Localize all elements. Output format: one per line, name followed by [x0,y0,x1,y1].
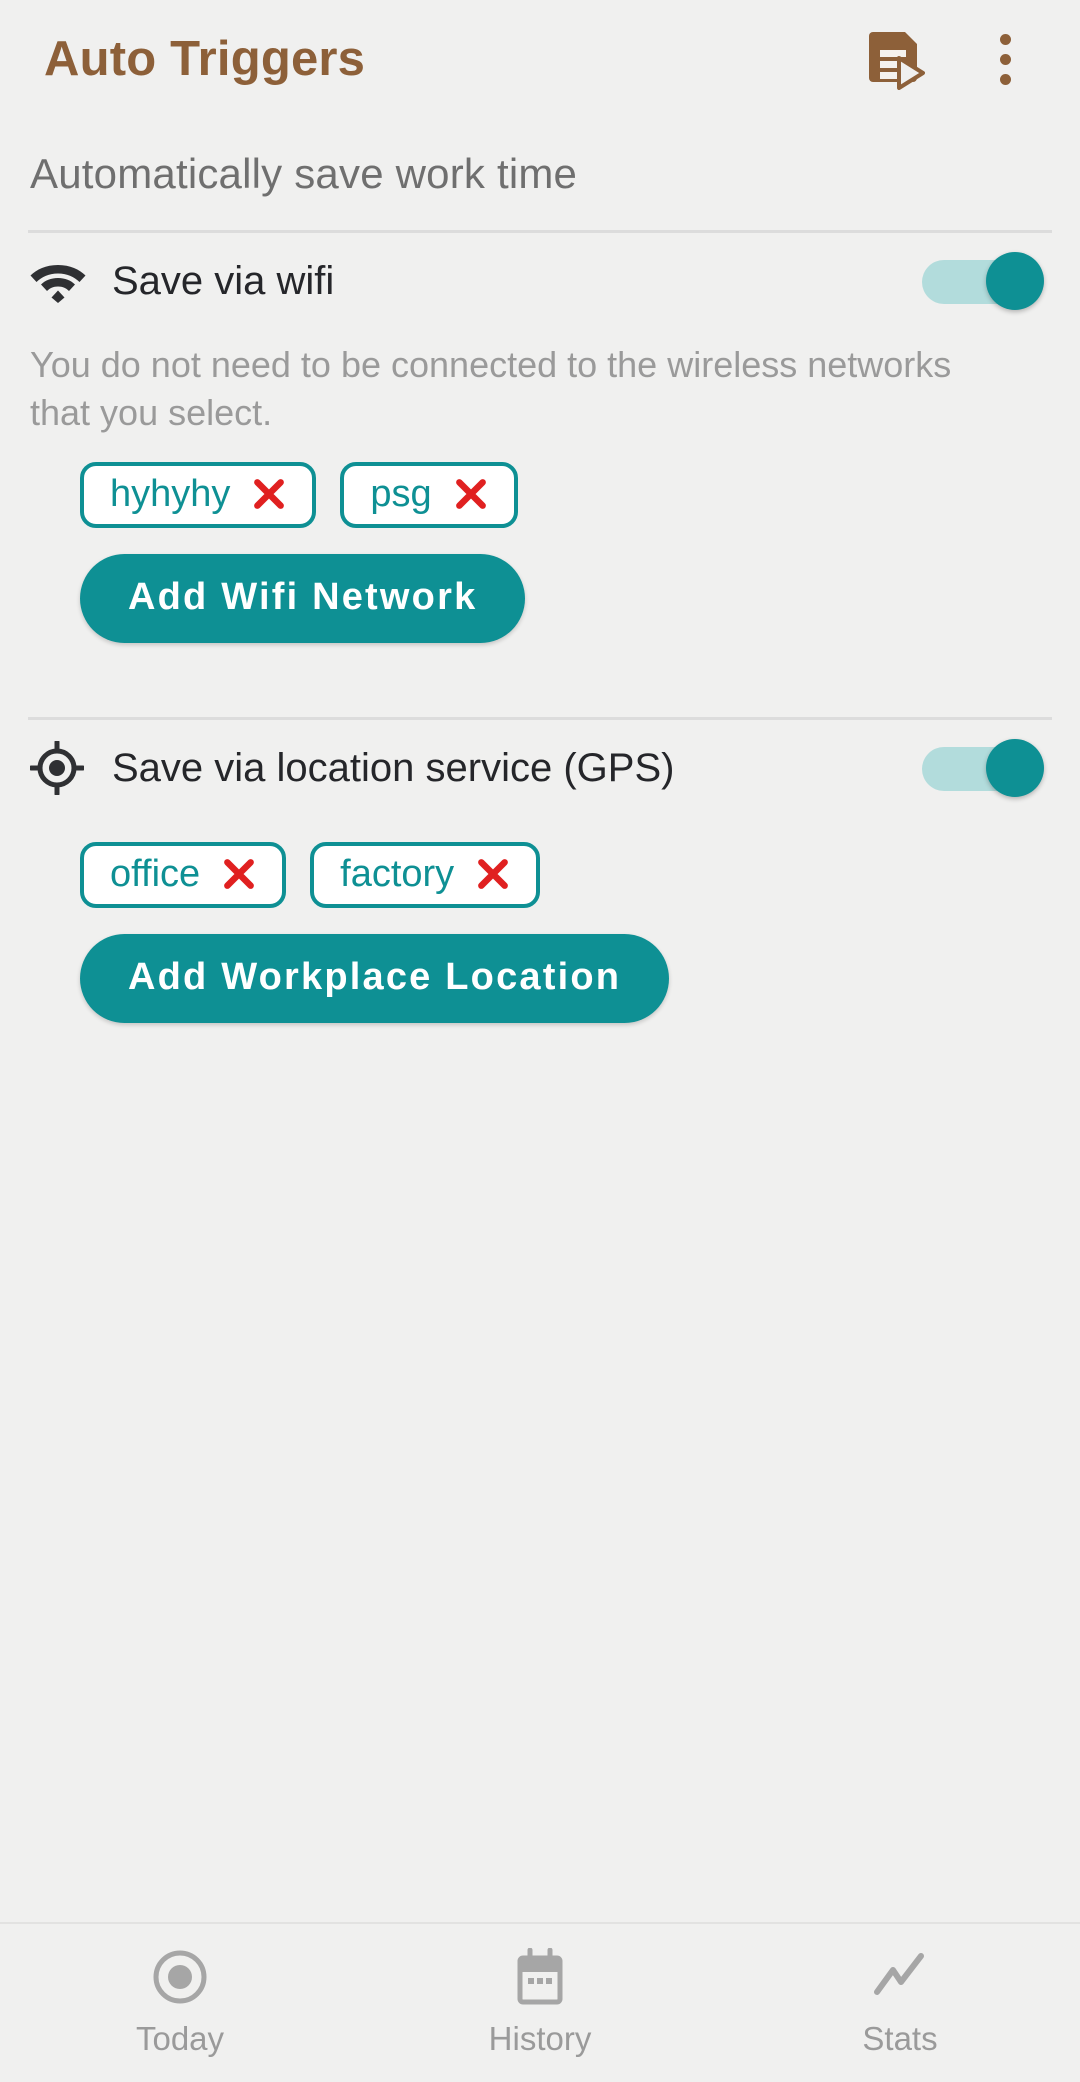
close-icon[interactable] [252,477,286,511]
wifi-label: Save via wifi [112,258,335,303]
record-circle-icon [153,1950,207,2004]
add-wifi-network-button[interactable]: Add Wifi Network [80,554,526,644]
gps-label: Save via location service (GPS) [112,745,675,790]
chip-label: factory [340,853,455,896]
gps-crosshair-icon [30,741,84,796]
add-wifi-network-wrap: Add Wifi Network [0,528,1080,644]
chip-label: office [110,853,201,896]
nav-label-history: History [488,2020,592,2057]
gps-chip-list: office factory [0,816,1080,909]
page-title: Auto Triggers [44,32,366,86]
gps-toggle[interactable] [922,739,1044,798]
nav-label-stats: Stats [862,2020,938,2057]
wifi-toggle-thumb [986,252,1044,310]
section-header: Automatically save work time [30,150,578,197]
nav-label-today: Today [135,2020,225,2057]
wifi-icon [30,265,86,303]
document-play-icon [869,32,925,90]
close-icon[interactable] [454,477,488,511]
add-workplace-location-wrap: Add Workplace Location [0,908,1080,1024]
nav-item-stats[interactable]: Stats [720,1924,1080,2082]
chip-label: psg [370,473,432,516]
wifi-chip[interactable]: psg [340,462,518,529]
export-report-button[interactable] [866,28,928,90]
nav-item-history[interactable]: History [360,1924,720,2082]
wifi-icon-wrap [30,259,96,303]
gps-chip[interactable]: factory [310,842,541,909]
trend-line-icon [874,1953,924,1995]
calendar-icon [517,1948,563,2005]
close-icon[interactable] [476,857,510,891]
wifi-chip-list: hyhyhy psg [0,436,1080,529]
row-save-via-wifi[interactable]: Save via wifi [0,233,1080,329]
close-icon[interactable] [222,857,256,891]
wifi-toggle[interactable] [922,252,1044,310]
chip-label: hyhyhy [110,473,231,516]
app-bar-actions [866,28,1050,90]
nav-item-today[interactable]: Today [0,1924,360,2082]
gps-chip[interactable]: office [80,842,287,909]
gps-icon-wrap [30,741,96,796]
add-workplace-location-button[interactable]: Add Workplace Location [80,934,670,1024]
wifi-description: You do not need to be connected to the w… [30,344,952,433]
more-vertical-icon [990,33,1020,85]
row-save-via-gps[interactable]: Save via location service (GPS) [0,720,1080,816]
overflow-menu-button[interactable] [974,28,1036,90]
app-bar: Auto Triggers [0,0,1080,118]
gps-toggle-thumb [986,739,1044,798]
bottom-navigation: Today History Stats [0,1922,1080,2082]
wifi-chip[interactable]: hyhyhy [80,462,317,529]
